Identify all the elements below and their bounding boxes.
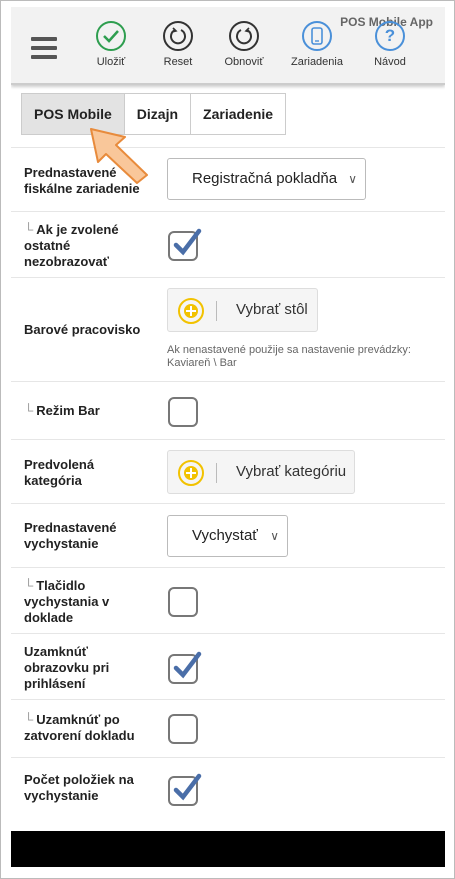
select-category-label: Vybrať kategóriu <box>236 463 347 480</box>
bar-station-hint: Ak nenastavené použije sa nastavenie pre… <box>167 344 411 369</box>
setting-row-bar-station: Barové pracovisko Vybrať stôl Ak nenasta… <box>11 277 445 382</box>
checkmark-icon <box>173 773 202 801</box>
pointer-arrow-icon <box>90 128 148 184</box>
setting-row-bar-mode: └ Režim Bar <box>11 381 445 440</box>
lock-close-label: └ Uzamknúť po zatvorení dokladu <box>24 712 154 744</box>
dispatch-value: Vychystať <box>192 527 258 544</box>
select-table-label: Vybrať stôl <box>236 301 308 318</box>
save-button[interactable]: Uložiť <box>79 21 143 68</box>
dispatch-button-label: └ Tlačidlo vychystania v doklade <box>24 578 154 626</box>
menu-icon[interactable] <box>31 37 57 64</box>
bar-station-label: Barové pracovisko <box>24 322 141 337</box>
guide-label: Návod <box>374 56 406 68</box>
refresh-icon <box>229 21 259 51</box>
refresh-label: Obnoviť <box>224 56 264 68</box>
dispatch-button-prefix: └ <box>24 578 34 593</box>
checkmark-icon <box>173 651 202 679</box>
devices-button[interactable]: Zariadenia <box>285 21 349 68</box>
setting-row-items-count: Počet položiek na vychystanie <box>11 757 445 832</box>
bar-mode-label: └ Režim Bar <box>24 403 154 419</box>
navigation-bar <box>11 831 445 867</box>
hide-other-prefix: └ <box>24 222 34 237</box>
setting-row-dispatch-button: └ Tlačidlo vychystania v doklade <box>11 567 445 634</box>
setting-row-default-dispatch: Prednastavené vychystanie Vychystať ∨ <box>11 503 445 568</box>
lock-login-label: Uzamknúť obrazovku pri prihlásení <box>24 644 110 691</box>
phone-icon <box>302 21 332 51</box>
plus-icon <box>178 298 204 324</box>
plus-icon <box>178 460 204 486</box>
chevron-down-icon: ∨ <box>348 172 357 186</box>
fiscal-device-select[interactable]: Registračná pokladňa ∨ <box>167 158 366 200</box>
app-frame: POS Mobile App Uložiť Reset Obnoviť Zari <box>0 0 455 879</box>
lock-login-checkbox[interactable] <box>168 651 202 684</box>
bar-mode-checkbox[interactable] <box>168 397 198 427</box>
setting-row-default-category: Predvolená kategória Vybrať kategóriu <box>11 439 445 504</box>
tab-bar: POS Mobile Dizajn Zariadenie <box>21 93 287 135</box>
guide-button[interactable]: ? Návod <box>358 21 422 68</box>
bar-mode-text: Režim Bar <box>36 403 100 418</box>
items-count-checkbox[interactable] <box>168 773 202 806</box>
top-toolbar: POS Mobile App Uložiť Reset Obnoviť Zari <box>11 7 445 85</box>
bar-mode-prefix: └ <box>24 403 34 418</box>
divider <box>216 301 217 321</box>
setting-row-hide-other: └ Ak je zvolené ostatné nezobrazovať <box>11 211 445 278</box>
reset-icon <box>163 21 193 51</box>
default-dispatch-label: Prednastavené vychystanie <box>24 520 117 551</box>
hide-other-label: └ Ak je zvolené ostatné nezobrazovať <box>24 222 154 270</box>
hide-other-text: Ak je zvolené ostatné nezobrazovať <box>24 222 119 269</box>
default-category-label: Predvolená kategória <box>24 457 95 488</box>
items-count-label: Počet položiek na vychystanie <box>24 772 134 803</box>
setting-row-fiscal-device: Prednastavené fiskálne zariadenie Regist… <box>11 147 445 212</box>
app-screen: POS Mobile App Uložiť Reset Obnoviť Zari <box>11 7 445 867</box>
dispatch-select[interactable]: Vychystať ∨ <box>167 515 288 557</box>
select-category-button[interactable]: Vybrať kategóriu <box>167 450 355 494</box>
tab-zariadenie[interactable]: Zariadenie <box>191 94 285 134</box>
reset-button[interactable]: Reset <box>146 21 210 68</box>
checkmark-icon <box>173 228 202 256</box>
lock-close-text: Uzamknúť po zatvorení dokladu <box>24 712 135 743</box>
dispatch-button-text: Tlačidlo vychystania v doklade <box>24 578 110 625</box>
help-icon: ? <box>375 21 405 51</box>
refresh-button[interactable]: Obnoviť <box>212 21 276 68</box>
setting-row-lock-login: Uzamknúť obrazovku pri prihlásení <box>11 633 445 700</box>
devices-label: Zariadenia <box>291 56 343 68</box>
setting-row-lock-close: └ Uzamknúť po zatvorení dokladu <box>11 699 445 758</box>
divider <box>216 463 217 483</box>
chevron-down-icon: ∨ <box>270 529 279 543</box>
select-table-button[interactable]: Vybrať stôl <box>167 288 318 332</box>
save-label: Uložiť <box>96 56 126 68</box>
dispatch-button-checkbox[interactable] <box>168 587 198 617</box>
check-circle-icon <box>96 21 126 51</box>
reset-label: Reset <box>163 56 193 68</box>
hide-other-checkbox[interactable] <box>168 228 202 261</box>
fiscal-device-value: Registračná pokladňa <box>192 170 338 187</box>
lock-close-prefix: └ <box>24 712 34 727</box>
lock-close-checkbox[interactable] <box>168 714 198 744</box>
